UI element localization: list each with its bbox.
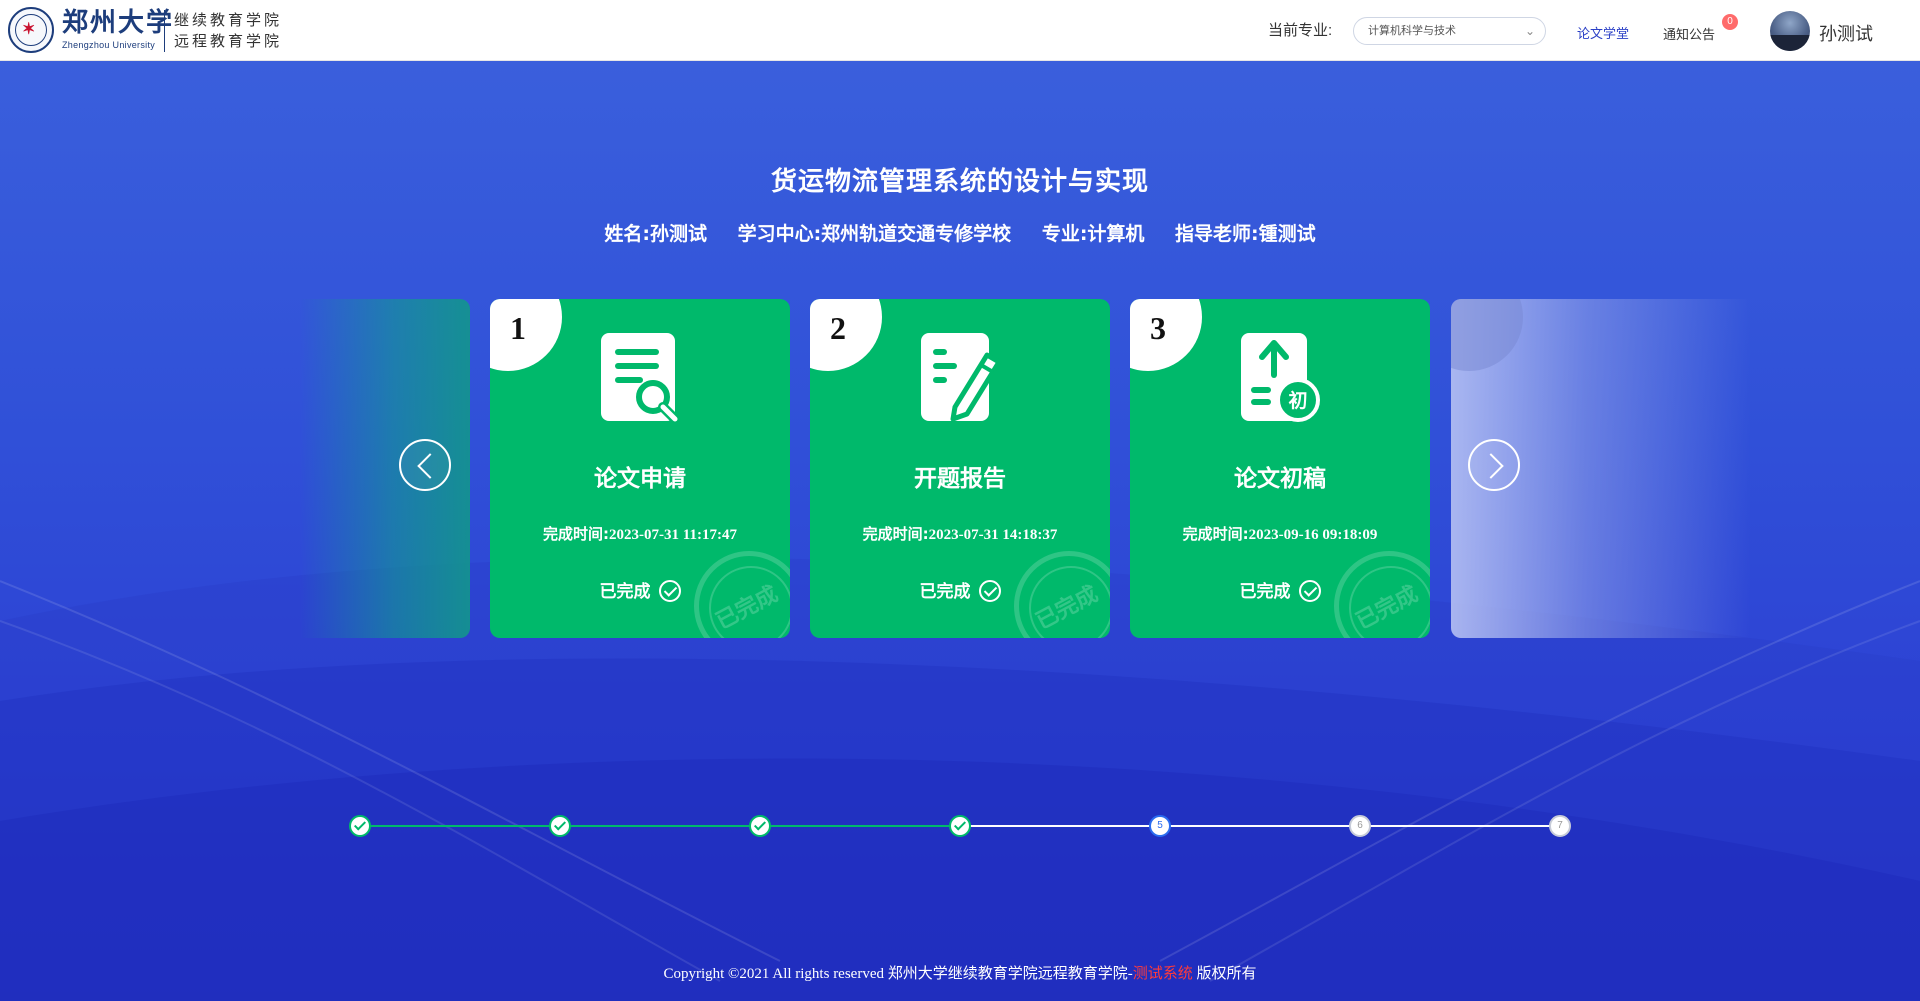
current-major-label: 当前专业: [1268, 22, 1333, 39]
copyright-text: Copyright ©2021 All rights reserved 郑州大学… [663, 966, 1133, 982]
advisor: 指导老师:锺测试 [1175, 223, 1316, 245]
stage-title: 论文初稿 [1234, 466, 1326, 492]
top-header: ✶ 郑州大学 Zhengzhou University 继续教育学院 远程教育学… [0, 0, 1920, 61]
stage-card-thesis-application[interactable]: 1 论文申请 完成时间:2023-07-31 11:17:47 已完成 已完成 [490, 299, 790, 638]
college-name: 继续教育学院 远程教育学院 [174, 10, 282, 52]
progress-step-2[interactable] [549, 815, 571, 837]
progress-step-1[interactable] [349, 815, 371, 837]
stage-number: 3 [1150, 310, 1166, 346]
college-name-line2: 远程教育学院 [174, 32, 283, 50]
stage-card-first-draft[interactable]: 3 初 论文初稿 完成时间:2023-09-16 09:18:09 已完成 已完… [1130, 299, 1430, 638]
svg-text:初: 初 [1288, 389, 1307, 412]
progress-step-3[interactable] [749, 815, 771, 837]
university-name-en: Zhengzhou University [62, 40, 156, 50]
progress-step-4[interactable] [949, 815, 971, 837]
check-circle-icon [978, 580, 1001, 602]
check-circle-icon [1298, 580, 1321, 602]
thesis-title: 货运物流管理系统的设计与实现 [770, 167, 1149, 197]
user-avatar[interactable] [1770, 11, 1810, 51]
student-name: 姓名:孙测试 [604, 223, 707, 245]
copyright-suffix: 版权所有 [1192, 966, 1257, 982]
university-name-cn: 郑州大学 [62, 8, 175, 38]
progress-step-6[interactable]: 6 [1349, 815, 1371, 837]
chevron-down-icon: ⌄ [1524, 24, 1535, 38]
progress-track-completed [360, 825, 960, 827]
copyright-footer: Copyright ©2021 All rights reserved 郑州大学… [0, 962, 1920, 983]
student-major: 专业:计算机 [1041, 223, 1145, 245]
stage-card-proposal-report[interactable]: 2 开题报告 完成时间:2023-07-31 14:18:37 已完成 已完成 [810, 299, 1110, 638]
completed-stamp-icon: 已完成 [1014, 551, 1110, 638]
nav-notice-link[interactable]: 通知公告 [1663, 24, 1715, 43]
completed-stamp-icon: 已完成 [1334, 551, 1430, 638]
document-search-icon [601, 333, 682, 426]
progress-step-7[interactable]: 7 [1549, 815, 1571, 837]
stage-complete-time: 完成时间:2023-09-16 09:18:09 [1182, 525, 1378, 543]
completed-stamp-icon: 已完成 [694, 551, 790, 638]
user-name[interactable]: 孙测试 [1819, 20, 1873, 46]
carousel-prev-arrow-icon[interactable] [399, 439, 451, 491]
university-seal-logo: ✶ [8, 7, 54, 53]
major-select-value: 计算机科学与技术 [1368, 25, 1456, 37]
notice-count-badge: 0 [1722, 14, 1738, 30]
edit-pencil-icon [921, 333, 1002, 422]
stage-complete-time: 完成时间:2023-07-31 14:18:37 [862, 525, 1058, 543]
stage-complete-time: 完成时间:2023-07-31 11:17:47 [543, 525, 737, 543]
test-system-label: 测试系统 [1132, 966, 1193, 982]
stage-title: 开题报告 [914, 466, 1006, 492]
student-meta-row: 姓名:孙测试 学习中心:郑州轨道交通专修学校 专业:计算机 指导老师:锺测试 [0, 219, 1920, 246]
logo-divider [164, 10, 165, 52]
stage-title: 论文申请 [594, 466, 686, 492]
stage-number: 1 [510, 310, 526, 346]
carousel-next-arrow-icon[interactable] [1468, 439, 1520, 491]
upload-draft-icon: 初 [1241, 333, 1320, 422]
progress-step-5[interactable]: 5 [1149, 815, 1171, 837]
check-circle-icon [658, 580, 681, 602]
major-select[interactable]: 计算机科学与技术 ⌄ [1353, 17, 1546, 45]
stage-number: 2 [830, 310, 846, 346]
study-center: 学习中心:郑州轨道交通专修学校 [737, 223, 1012, 245]
college-name-line1: 继续教育学院 [174, 11, 283, 29]
nav-thesis-hall-link[interactable]: 论文学堂 [1577, 23, 1629, 42]
